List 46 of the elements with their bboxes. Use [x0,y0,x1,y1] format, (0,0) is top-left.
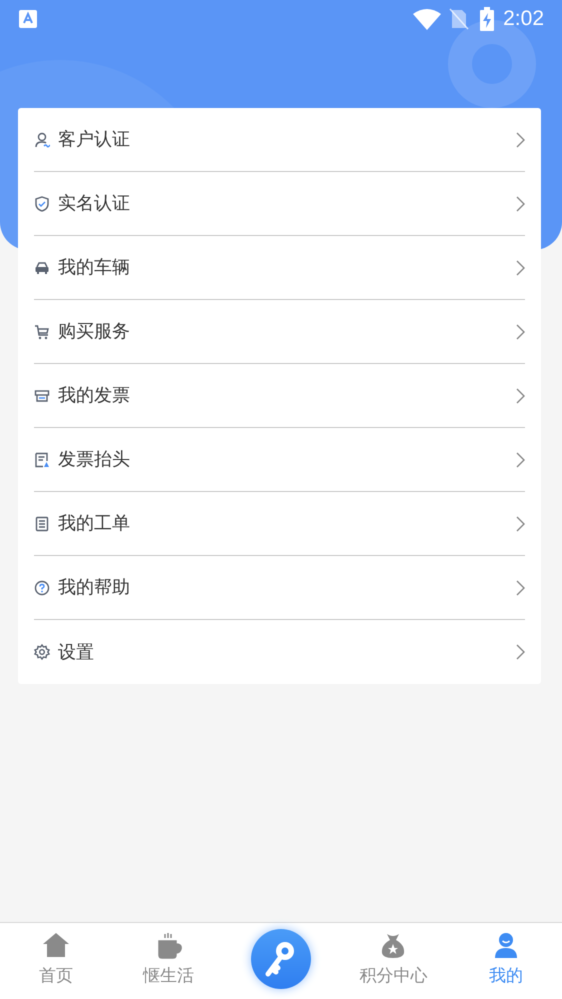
key-button[interactable] [251,929,312,989]
menu-item[interactable]: 我的车辆 [34,236,525,300]
clock-time: 2:02 [503,6,544,32]
tab-item[interactable]: 惬生活 [112,923,225,999]
chevron-right-icon [516,324,525,340]
help-icon [34,580,50,596]
wifi-icon [413,8,442,30]
menu-item[interactable]: 发票抬头 [34,428,525,492]
chevron-right-icon [516,132,525,148]
battery-charging-icon [479,7,496,31]
settings-icon [34,644,50,660]
menu-label: 实名认证 [58,192,131,215]
chevron-right-icon [516,388,525,404]
cart-icon [34,324,50,340]
tab-item[interactable]: 首页 [0,923,112,999]
chevron-right-icon [516,516,525,532]
menu-label: 发票抬头 [58,448,131,471]
home-icon [42,931,70,959]
person-icon [34,132,50,148]
menu-item[interactable]: 我的工单 [34,492,525,556]
menu-label: 我的工单 [58,512,131,535]
chevron-right-icon [516,260,525,276]
menu-label: 设置 [58,640,95,664]
menu-item[interactable]: 客户认证 [34,108,525,172]
car-icon [34,260,50,276]
chevron-right-icon [516,196,525,212]
tab-item[interactable]: 积分中心 [337,923,450,999]
menu-item[interactable]: 我的帮助 [34,556,525,620]
clipboard-icon [34,516,50,532]
no-sim-icon [449,8,470,30]
menu-item[interactable]: 实名认证 [34,172,525,236]
keyboard-app-icon [18,9,38,29]
menu-label: 我的发票 [58,384,131,407]
menu-item[interactable]: 购买服务 [34,300,525,364]
chevron-right-icon [516,452,525,468]
menu-label: 我的帮助 [58,576,131,599]
shield-icon [34,196,50,212]
chevron-right-icon [516,580,525,596]
menu-label: 我的车辆 [58,256,131,279]
chevron-right-icon [516,644,525,660]
document-icon [34,452,50,468]
menu-label: 客户认证 [58,128,131,151]
menu-label: 购买服务 [58,320,131,343]
menu-item[interactable]: 我的发票 [34,364,525,428]
menu-item[interactable]: 设置 [34,620,525,684]
tray-icon [34,388,50,404]
